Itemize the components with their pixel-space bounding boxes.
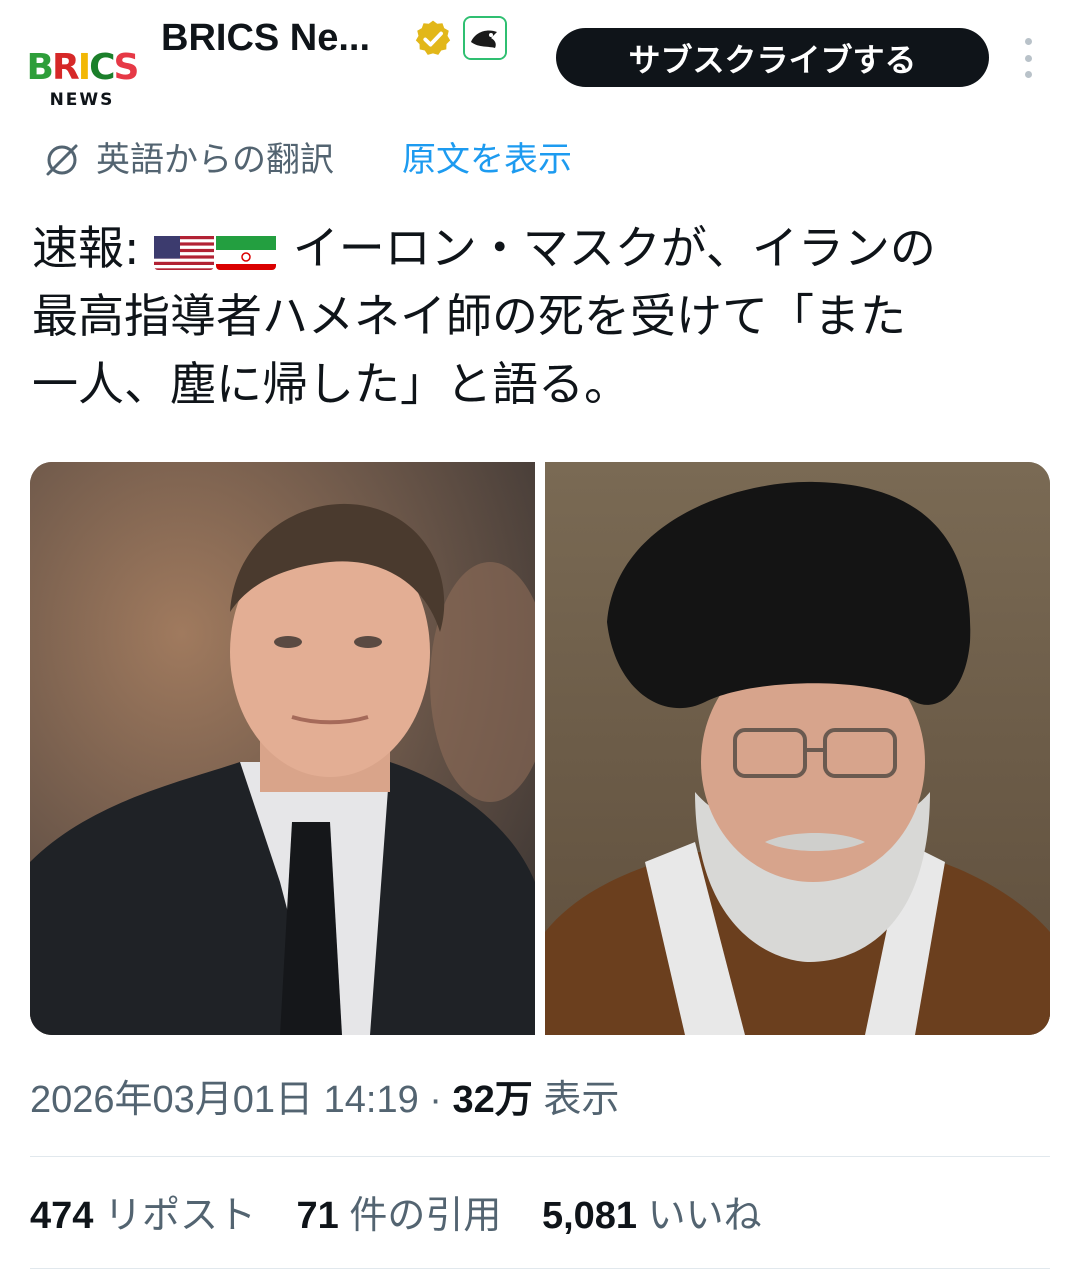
timestamp-text: 2026年03月01日 14:19 [30, 1079, 419, 1121]
logo-letter: S [113, 47, 140, 88]
timestamp-separator: · [418, 1079, 453, 1121]
logo-letter: R [51, 47, 80, 88]
tweet-timestamp[interactable]: 2026年03月01日 14:19 · 32万 表示 [30, 1074, 619, 1126]
more-options-icon[interactable] [1016, 38, 1040, 78]
likes-count: 5,081 [541, 1195, 638, 1237]
engagement-stats: 474 リポスト 71 件の引用 5,081 いいね [30, 1190, 792, 1242]
tweet-line: 速報: イーロン・マスクが、イランの [32, 214, 1052, 282]
khamenei-photo [545, 462, 1050, 1035]
tweet-text: 速報: イーロン・マスクが、イランの 最高指導者ハメネイ師の死を受けて「また 一… [32, 214, 1052, 418]
account-avatar[interactable]: B R I C S NEWS [27, 28, 139, 132]
views-label: 表示 [532, 1079, 620, 1121]
tweet-text-segment: 速報: [32, 221, 155, 275]
display-name[interactable]: BRICS Ne... [161, 14, 370, 62]
tweet-text-segment: イーロン・マスクが、イランの [278, 221, 936, 275]
subscribe-button[interactable]: サブスクライブする [556, 28, 989, 87]
likes-label: いいね [637, 1195, 762, 1237]
tweet-photo-right[interactable] [545, 462, 1050, 1035]
elon-musk-photo [30, 462, 535, 1035]
verified-badge-icon[interactable] [412, 18, 454, 60]
quotes-count: 71 [296, 1195, 339, 1237]
logo-news-text: NEWS [49, 90, 115, 110]
divider [30, 1268, 1050, 1269]
logo-letter: B [26, 47, 54, 88]
reposts-stat[interactable]: 474 リポスト [30, 1190, 256, 1242]
tweet-line: 最高指導者ハメネイ師の死を受けて「また [32, 289, 906, 343]
iran-flag-icon [216, 228, 277, 270]
translate-icon [46, 144, 78, 176]
quotes-stat[interactable]: 71 件の引用 [297, 1190, 502, 1242]
logo-letter: I [77, 47, 91, 88]
reposts-label: リポスト [93, 1195, 256, 1237]
quotes-label: 件の引用 [338, 1195, 502, 1237]
tweet-line: 一人、塵に帰した」と語る。 [32, 357, 630, 411]
views-count: 32万 [452, 1079, 533, 1121]
tweet-photo-left[interactable] [30, 462, 535, 1035]
reposts-count: 474 [30, 1195, 94, 1237]
show-original-link[interactable]: 原文を表示 [402, 136, 572, 184]
us-flag-icon [154, 228, 215, 270]
brics-logo: B R I C S [26, 47, 140, 88]
logo-letter: C [89, 47, 115, 88]
affiliate-badge-icon[interactable] [463, 16, 507, 60]
likes-stat[interactable]: 5,081 いいね [542, 1190, 762, 1242]
translation-label: 英語からの翻訳 [96, 140, 334, 180]
divider [30, 1156, 1050, 1157]
